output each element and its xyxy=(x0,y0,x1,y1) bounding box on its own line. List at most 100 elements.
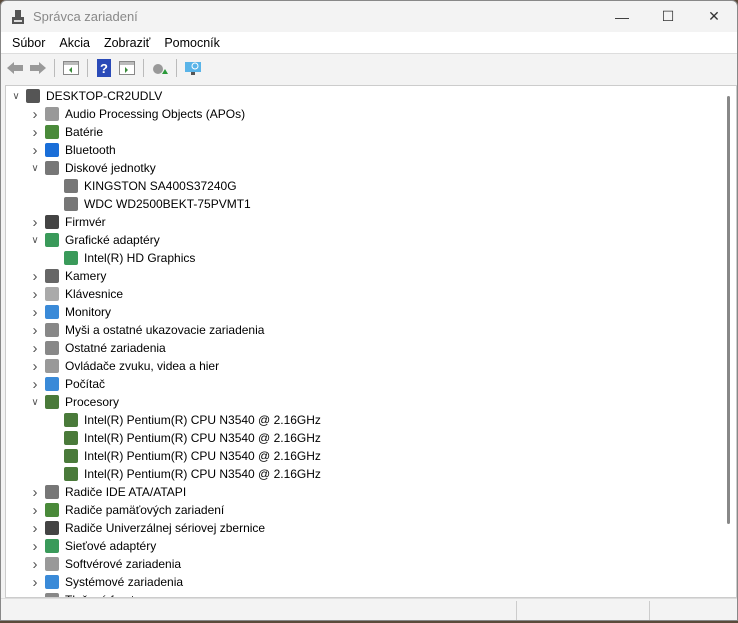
computer-icon xyxy=(26,89,40,103)
update-driver-icon[interactable] xyxy=(150,58,170,78)
chevron-right-icon[interactable]: › xyxy=(29,520,41,537)
device-category[interactable]: › Radiče IDE ATA/ATAPI xyxy=(29,483,187,501)
device-category[interactable]: › Radiče Univerzálnej sériovej zbernice xyxy=(29,519,266,537)
chevron-right-icon[interactable]: › xyxy=(29,322,41,339)
firmware-icon xyxy=(45,215,59,229)
menu-view[interactable]: Zobraziť xyxy=(97,36,157,50)
chevron-down-icon[interactable]: ∨ xyxy=(10,91,22,102)
battery-icon xyxy=(45,125,59,139)
device-item[interactable]: Intel(R) Pentium(R) CPU N3540 @ 2.16GHz xyxy=(48,429,321,447)
chevron-right-icon[interactable]: › xyxy=(29,124,41,141)
camera-icon xyxy=(45,269,59,283)
tree-item-label: Kamery xyxy=(65,269,107,283)
chevron-right-icon[interactable]: › xyxy=(29,538,41,555)
device-category[interactable]: › Klávesnice xyxy=(29,285,124,303)
chevron-right-icon[interactable]: › xyxy=(29,304,41,321)
tree-item-label: Klávesnice xyxy=(65,287,124,301)
device-item[interactable]: KINGSTON SA400S37240G xyxy=(48,177,237,195)
chevron-right-icon[interactable]: › xyxy=(29,556,41,573)
menu-action[interactable]: Akcia xyxy=(52,36,97,50)
tree-item-label: Ostatné zariadenia xyxy=(65,341,166,355)
storage-controller-icon xyxy=(45,503,59,517)
device-category[interactable]: ∨ Grafické adaptéry xyxy=(29,231,160,249)
device-category[interactable]: › Batérie xyxy=(29,123,104,141)
menu-help[interactable]: Pomocník xyxy=(157,36,227,50)
minimize-button[interactable]: — xyxy=(599,1,645,32)
device-category[interactable]: › Softvérové zariadenia xyxy=(29,555,182,573)
chevron-right-icon[interactable]: › xyxy=(29,268,41,285)
device-category[interactable]: › Počítač xyxy=(29,375,106,393)
chevron-right-icon[interactable]: › xyxy=(29,502,41,519)
chevron-right-icon[interactable]: › xyxy=(29,484,41,501)
tree-item-label: Grafické adaptéry xyxy=(65,233,160,247)
tree-root[interactable]: ∨ DESKTOP-CR2UDLV xyxy=(10,87,162,105)
chevron-right-icon[interactable]: › xyxy=(29,106,41,123)
device-category[interactable]: › Sieťové adaptéry xyxy=(29,537,157,555)
tree-item-label: Sieťové adaptéry xyxy=(65,539,157,553)
cpu-icon xyxy=(45,395,59,409)
chevron-right-icon[interactable]: › xyxy=(29,358,41,375)
device-category[interactable]: › Myši a ostatné ukazovacie zariadenia xyxy=(29,321,265,339)
chevron-down-icon[interactable]: ∨ xyxy=(29,397,41,408)
speaker-icon xyxy=(45,107,59,121)
device-item[interactable]: Intel(R) Pentium(R) CPU N3540 @ 2.16GHz xyxy=(48,465,321,483)
device-category[interactable]: ›Tlačové fronty xyxy=(29,591,140,597)
system-device-icon xyxy=(45,575,59,589)
device-category[interactable]: ∨ Procesory xyxy=(29,393,119,411)
chevron-right-icon[interactable]: › xyxy=(29,286,41,303)
scan-hardware-icon[interactable] xyxy=(183,58,203,78)
tree-item-label: Myši a ostatné ukazovacie zariadenia xyxy=(65,323,265,337)
device-manager-icon xyxy=(11,9,25,25)
tree-item-label: Intel(R) HD Graphics xyxy=(84,251,196,265)
tree-item-label: Firmvér xyxy=(65,215,106,229)
tree-item-label: Intel(R) Pentium(R) CPU N3540 @ 2.16GHz xyxy=(84,413,321,427)
help-icon[interactable]: ? xyxy=(94,58,114,78)
forward-icon[interactable] xyxy=(28,58,48,78)
tree-item-label: Monitory xyxy=(65,305,112,319)
disk-icon xyxy=(64,179,78,193)
close-button[interactable]: ✕ xyxy=(691,1,737,32)
back-icon[interactable] xyxy=(5,58,25,78)
device-category[interactable]: › Audio Processing Objects (APOs) xyxy=(29,105,246,123)
device-tree[interactable]: ∨ DESKTOP-CR2UDLV › Audio Processing Object… xyxy=(5,85,737,598)
device-item[interactable]: Intel(R) HD Graphics xyxy=(48,249,195,267)
device-category[interactable]: › Ostatné zariadenia xyxy=(29,339,166,357)
chevron-right-icon[interactable]: › xyxy=(29,214,41,231)
device-category[interactable]: › Bluetooth xyxy=(29,141,116,159)
chevron-right-icon[interactable]: › xyxy=(29,340,41,357)
device-item[interactable]: Intel(R) Pentium(R) CPU N3540 @ 2.16GHz xyxy=(48,411,321,429)
tree-item-label: KINGSTON SA400S37240G xyxy=(84,179,237,193)
chevron-right-icon[interactable]: › xyxy=(29,574,41,591)
show-hide-console-tree-icon[interactable] xyxy=(61,58,81,78)
device-item[interactable]: WDC WD2500BEKT-75PVMT1 xyxy=(48,195,251,213)
tree-item-label: Softvérové zariadenia xyxy=(65,557,182,571)
device-category[interactable]: › Ovládače zvuku, videa a hier xyxy=(29,357,220,375)
action-pane-icon[interactable] xyxy=(117,58,137,78)
chevron-down-icon[interactable]: ∨ xyxy=(29,235,41,246)
device-category[interactable]: › Firmvér xyxy=(29,213,106,231)
tree-item-label: Diskové jednotky xyxy=(65,161,156,175)
menu-file[interactable]: Súbor xyxy=(5,36,52,50)
device-category[interactable]: ∨ Diskové jednotky xyxy=(29,159,156,177)
toolbar-separator xyxy=(143,59,144,77)
chevron-down-icon[interactable]: ∨ xyxy=(29,163,41,174)
status-bar xyxy=(1,598,737,620)
monitor-icon xyxy=(45,305,59,319)
chevron-right-icon[interactable]: › xyxy=(29,376,41,393)
tree-item-label: Bluetooth xyxy=(65,143,116,157)
vertical-scrollbar[interactable] xyxy=(724,88,734,595)
tree-item-label: WDC WD2500BEKT-75PVMT1 xyxy=(84,197,251,211)
tree-item-label: Radiče pamäťových zariadení xyxy=(65,503,225,517)
device-category[interactable]: › Radiče pamäťových zariadení xyxy=(29,501,225,519)
scrollbar-thumb[interactable] xyxy=(727,96,730,524)
menu-bar: Súbor Akcia Zobraziť Pomocník xyxy=(1,32,737,54)
device-category[interactable]: › Monitory xyxy=(29,303,112,321)
maximize-button[interactable]: ☐ xyxy=(645,1,691,32)
chevron-right-icon[interactable]: › xyxy=(29,142,41,159)
device-category[interactable]: › Kamery xyxy=(29,267,107,285)
cpu-icon xyxy=(64,431,78,445)
device-item[interactable]: Intel(R) Pentium(R) CPU N3540 @ 2.16GHz xyxy=(48,447,321,465)
tree-item-label: Radiče IDE ATA/ATAPI xyxy=(65,485,187,499)
display-adapter-icon xyxy=(64,251,78,265)
device-category[interactable]: › Systémové zariadenia xyxy=(29,573,184,591)
